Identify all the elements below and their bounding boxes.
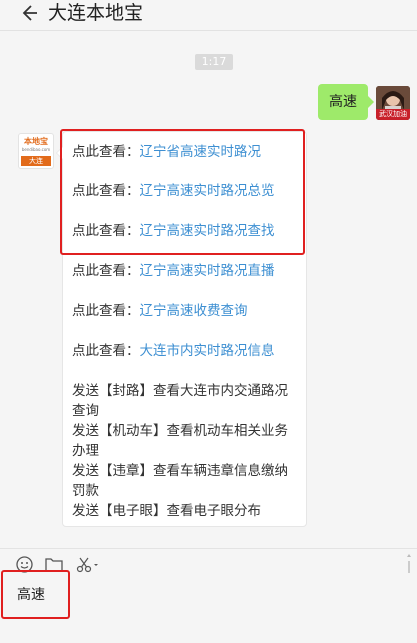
- link-liaoning-highway-traffic[interactable]: 辽宁省高速实时路况: [140, 144, 262, 160]
- bot-message-bubble: 点此查看：辽宁省高速实时路况 点此查看：辽宁高速实时路况总览 点此查看：辽宁高速…: [56, 131, 307, 527]
- send-instruction: 发送【违章】查看车辆违章信息缴纳罚款: [72, 463, 288, 499]
- link-dalian-city-traffic[interactable]: 大连市内实时路况信息: [140, 343, 275, 359]
- link-traffic-overview[interactable]: 辽宁高速实时路况总览: [140, 183, 275, 199]
- my-avatar[interactable]: 武汉加油: [376, 86, 410, 120]
- folder-icon[interactable]: [45, 555, 63, 573]
- message-input[interactable]: 高速: [17, 585, 45, 605]
- list-item: 点此查看：辽宁高速收费查询: [72, 301, 248, 321]
- bot-avatar[interactable]: 本地宝 bendibao.com 大连: [18, 133, 54, 169]
- link-prefix: 点此查看：: [72, 223, 140, 239]
- bot-avatar-city-text: 大连: [21, 156, 51, 166]
- bot-avatar-logo-text: 本地宝: [24, 137, 48, 146]
- link-prefix: 点此查看：: [72, 263, 140, 279]
- link-traffic-live[interactable]: 辽宁高速实时路况直播: [140, 263, 275, 279]
- send-instruction: 发送【电子眼】查看电子眼分布: [72, 503, 261, 519]
- message-input-area[interactable]: [0, 581, 417, 643]
- arrow-left-icon[interactable]: [18, 2, 40, 24]
- chat-toolbar: [0, 548, 417, 581]
- send-instruction: 发送【封路】查看大连市内交通路况查询: [72, 383, 288, 419]
- scrollbar[interactable]: [405, 553, 413, 581]
- my-avatar-tag: 武汉加油: [376, 109, 410, 120]
- send-instruction: 发送【机动车】查看机动车相关业务办理: [72, 423, 288, 459]
- link-traffic-search[interactable]: 辽宁高速实时路况查找: [140, 223, 275, 239]
- list-item: 点此查看：辽宁高速实时路况总览: [72, 181, 275, 201]
- link-prefix: 点此查看：: [72, 303, 140, 319]
- chat-header: 大连本地宝: [0, 0, 417, 31]
- list-item: 点此查看：辽宁省高速实时路况: [72, 142, 261, 162]
- list-item: 点此查看：辽宁高速实时路况查找: [72, 221, 275, 241]
- list-item: 点此查看：大连市内实时路况信息: [72, 341, 275, 361]
- scissors-icon[interactable]: [76, 555, 100, 573]
- chat-title: 大连本地宝: [48, 2, 144, 24]
- emoji-icon[interactable]: [15, 555, 33, 573]
- my-message-bubble[interactable]: 高速: [318, 84, 374, 120]
- link-prefix: 点此查看：: [72, 144, 140, 160]
- timestamp-badge: 1:17: [195, 54, 233, 70]
- link-prefix: 点此查看：: [72, 343, 140, 359]
- link-toll-query[interactable]: 辽宁高速收费查询: [140, 303, 248, 319]
- link-prefix: 点此查看：: [72, 183, 140, 199]
- bot-avatar-site-text: bendibao.com: [21, 147, 51, 152]
- list-item: 点此查看：辽宁高速实时路况直播: [72, 261, 275, 281]
